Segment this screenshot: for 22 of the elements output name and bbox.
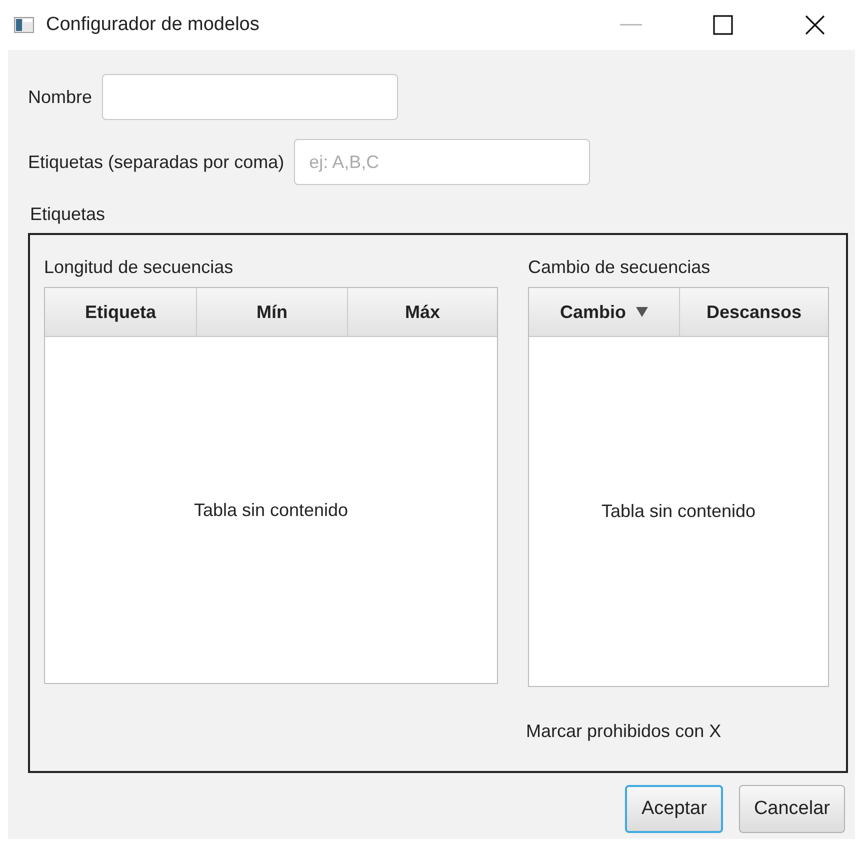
maximize-icon xyxy=(713,15,733,35)
empty-table-message: Tabla sin contenido xyxy=(601,501,756,522)
accept-button[interactable]: Aceptar xyxy=(625,785,723,833)
hint-text: Marcar prohibidos con X xyxy=(526,721,722,742)
name-field[interactable] xyxy=(102,74,398,120)
section-title: Longitud de secuencias xyxy=(44,257,234,278)
section-title: Cambio de secuencias xyxy=(528,257,712,278)
tags-field[interactable]: ej: A,B,C xyxy=(294,139,590,185)
cancel-button[interactable]: Cancelar xyxy=(738,785,845,833)
group-title: Etiquetas xyxy=(30,204,106,225)
column-header[interactable]: Cambio xyxy=(529,288,680,336)
column-header[interactable]: Mín xyxy=(197,288,348,336)
column-header[interactable]: Etiqueta xyxy=(45,288,197,336)
column-header[interactable]: Descansos xyxy=(680,288,828,336)
field-label: Etiquetas (separadas por coma) xyxy=(28,152,284,172)
window-title: Configurador de modelos xyxy=(46,14,260,36)
column-header[interactable]: Máx xyxy=(348,288,497,336)
close-icon xyxy=(805,15,825,35)
empty-table-message: Tabla sin contenido xyxy=(194,500,348,520)
app-icon xyxy=(14,17,34,33)
field-label: Nombre xyxy=(28,86,92,108)
minimize-icon xyxy=(620,24,642,26)
